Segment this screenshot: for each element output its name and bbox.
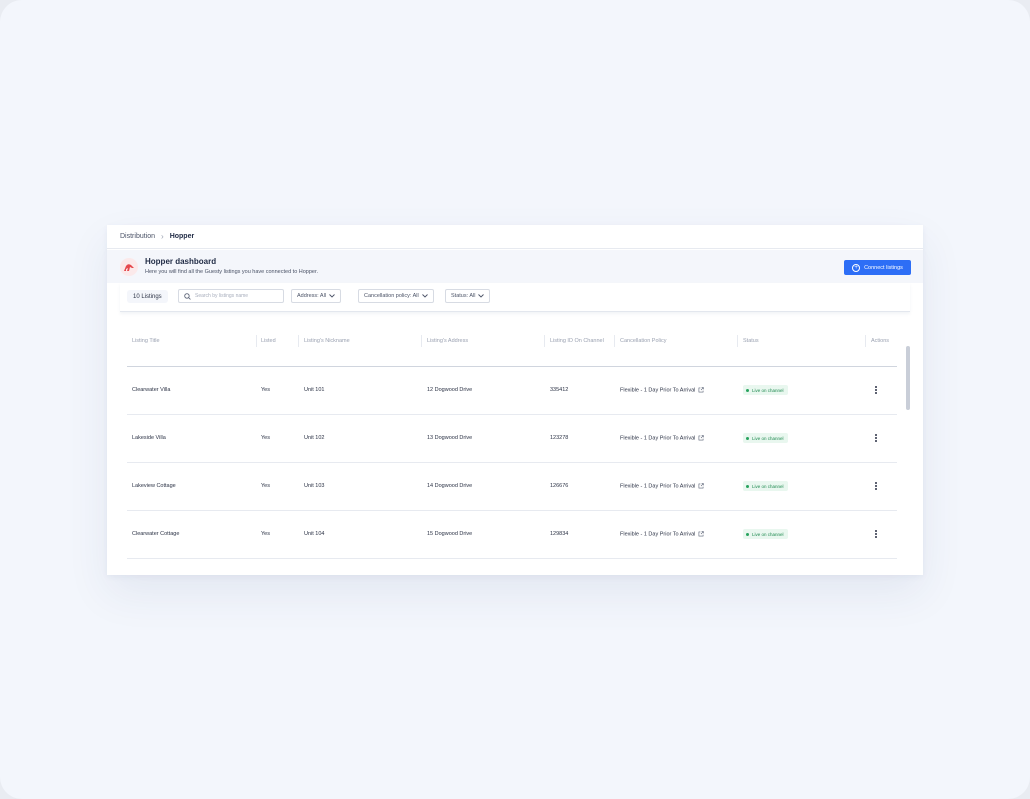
column-header-nickname[interactable]: Listing's Nickname: [304, 338, 350, 344]
connect-listings-button[interactable]: + Connect listings: [844, 260, 911, 275]
external-link-icon[interactable]: [698, 483, 705, 489]
cell-nickname: Unit 102: [304, 435, 325, 441]
status-label: Live on channel: [752, 387, 784, 393]
external-link-icon[interactable]: [698, 435, 705, 441]
cancellation-policy-filter[interactable]: Cancellation policy: All: [358, 289, 434, 303]
listings-count: 10 Listings: [127, 290, 168, 303]
row-actions-menu-icon[interactable]: [872, 481, 880, 491]
cell-listed: Yes: [261, 387, 270, 393]
table-row[interactable]: Clearwater Villa Yes Unit 101 12 Dogwood…: [120, 367, 905, 415]
cell-address: 15 Dogwood Drive: [427, 531, 473, 537]
address-filter-label: Address: All: [297, 293, 327, 299]
cell-policy-label: Flexible - 1 Day Prior To Arrival: [620, 435, 696, 442]
page-title: Hopper dashboard: [145, 257, 217, 266]
cell-title: Clearwater Cottage: [132, 531, 180, 537]
table-row[interactable]: Lakeside Villa Yes Unit 102 13 Dogwood D…: [120, 415, 905, 463]
table-row[interactable]: Clearwater Cottage Yes Unit 104 15 Dogwo…: [120, 511, 905, 559]
status-badge: Live on channel: [743, 385, 788, 395]
cell-policy[interactable]: Flexible - 1 Day Prior To Arrival: [620, 483, 705, 490]
status-badge: Live on channel: [743, 481, 788, 491]
column-divider: [865, 335, 866, 347]
status-dot-icon: [746, 436, 749, 440]
status-filter[interactable]: Status: All: [445, 289, 491, 303]
cell-policy-label: Flexible - 1 Day Prior To Arrival: [620, 387, 696, 394]
status-badge: Live on channel: [743, 433, 788, 443]
external-link-icon[interactable]: [698, 387, 705, 393]
column-divider: [544, 335, 545, 347]
row-actions-menu-icon[interactable]: [872, 529, 880, 539]
page-subtitle: Here you will find all the Guesty listin…: [145, 269, 319, 275]
cell-nickname: Unit 103: [304, 483, 325, 489]
column-divider: [737, 335, 738, 347]
dashboard-header: Hopper dashboard Here you will find all …: [107, 250, 923, 283]
search-icon: [184, 292, 191, 300]
cell-address: 14 Dogwood Drive: [427, 483, 473, 489]
cell-policy-label: Flexible - 1 Day Prior To Arrival: [620, 531, 696, 538]
status-dot-icon: [746, 388, 749, 392]
breadcrumb-separator: ›: [161, 232, 164, 241]
connect-listings-label: Connect listings: [864, 264, 903, 271]
cell-policy-label: Flexible - 1 Day Prior To Arrival: [620, 483, 696, 490]
column-header-title[interactable]: Listing Title: [132, 338, 160, 344]
column-header-actions: Actions: [871, 338, 890, 344]
row-actions-menu-icon[interactable]: [872, 433, 880, 443]
cell-listed: Yes: [261, 435, 270, 441]
status-dot-icon: [746, 484, 749, 488]
cell-listing-id: 129834: [550, 531, 569, 537]
status-filter-label: Status: All: [451, 293, 476, 299]
column-divider: [298, 335, 299, 347]
filter-bar: 10 Listings Address: All Cancellation po…: [120, 283, 910, 312]
row-divider: [127, 558, 897, 559]
cell-listing-id: 335412: [550, 387, 569, 393]
cell-listed: Yes: [261, 483, 270, 489]
chevron-down-icon: [421, 294, 428, 298]
table-row[interactable]: Lakeview Cottage Yes Unit 103 14 Dogwood…: [120, 463, 905, 511]
status-label: Live on channel: [752, 531, 784, 537]
cell-listed: Yes: [261, 531, 270, 537]
cell-listing-id: 123278: [550, 435, 569, 441]
breadcrumb-current: Hopper: [169, 233, 195, 240]
plus-circle-icon: +: [852, 263, 861, 272]
chevron-down-icon: [329, 294, 335, 298]
chevron-down-icon: [478, 294, 485, 298]
external-link-icon[interactable]: [698, 531, 705, 537]
cell-nickname: Unit 104: [304, 531, 325, 537]
cell-address: 13 Dogwood Drive: [427, 435, 473, 441]
table-scrollbar[interactable]: [906, 346, 910, 410]
status-label: Live on channel: [752, 483, 784, 489]
cell-address: 12 Dogwood Drive: [427, 387, 473, 393]
status-label: Live on channel: [752, 435, 784, 441]
status-dot-icon: [746, 532, 749, 536]
cell-policy[interactable]: Flexible - 1 Day Prior To Arrival: [620, 387, 705, 394]
status-badge: Live on channel: [743, 529, 788, 539]
column-header-listed[interactable]: Listed: [261, 338, 276, 344]
column-divider: [256, 335, 257, 347]
cell-title: Lakeside Villa: [132, 435, 166, 441]
cell-policy[interactable]: Flexible - 1 Day Prior To Arrival: [620, 531, 705, 538]
column-header-policy[interactable]: Cancellation Policy: [620, 338, 666, 344]
column-header-status[interactable]: Status: [743, 338, 759, 344]
listings-table: Listing Title Listed Listing's Nickname …: [120, 321, 910, 575]
column-divider: [614, 335, 615, 347]
column-header-address[interactable]: Listing's Address: [427, 338, 468, 344]
address-filter[interactable]: Address: All: [291, 289, 342, 303]
app-window: Distribution › Hopper Hopper dashboard H…: [107, 225, 923, 575]
cell-title: Clearwater Villa: [132, 387, 171, 393]
page-background: Distribution › Hopper Hopper dashboard H…: [0, 0, 1030, 799]
cell-listing-id: 126676: [550, 483, 569, 489]
hopper-logo-icon: [120, 258, 138, 276]
column-divider: [421, 335, 422, 347]
cell-nickname: Unit 101: [304, 387, 325, 393]
breadcrumb: Distribution › Hopper: [107, 225, 923, 249]
cell-title: Lakeview Cottage: [132, 483, 176, 489]
row-actions-menu-icon[interactable]: [872, 385, 880, 395]
breadcrumb-distribution-link[interactable]: Distribution: [120, 233, 155, 240]
search-input[interactable]: [195, 293, 283, 299]
cell-policy[interactable]: Flexible - 1 Day Prior To Arrival: [620, 435, 705, 442]
cancellation-filter-label: Cancellation policy: All: [364, 293, 419, 299]
search-box[interactable]: [178, 289, 284, 303]
column-header-listing-id[interactable]: Listing ID On Channel: [550, 338, 604, 344]
